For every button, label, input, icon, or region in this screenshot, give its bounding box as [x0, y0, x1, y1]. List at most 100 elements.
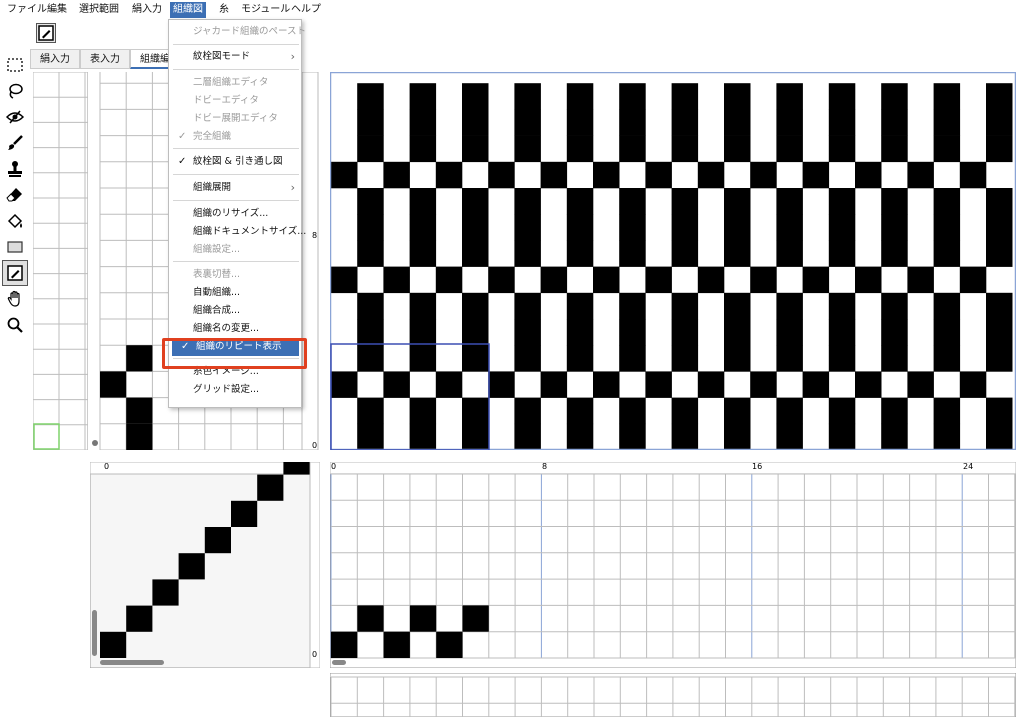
weave-cell	[828, 423, 856, 450]
weave-cell	[724, 319, 751, 346]
weave-cell	[593, 161, 620, 189]
weave-cell	[671, 423, 699, 450]
eye-icon	[6, 110, 24, 124]
weave-cell	[462, 397, 489, 425]
menu-item-label: 組織名の変更...	[193, 323, 260, 334]
weave-cell	[409, 397, 437, 425]
weave-cell	[357, 83, 384, 110]
menu-item-label: 完全組織	[193, 131, 232, 142]
weave-cell	[619, 345, 646, 372]
weave-cell	[724, 345, 751, 372]
menu-item-2: 二層組織エディタ	[169, 74, 301, 92]
weave-cell	[409, 319, 437, 346]
treadling-cell	[462, 605, 489, 632]
weave-cell	[881, 214, 908, 241]
menu-separator	[173, 44, 299, 45]
rect-select-tool[interactable]	[2, 52, 28, 78]
weave-cell	[357, 423, 384, 450]
fill-tool[interactable]	[2, 208, 28, 234]
menu-item-label: 表裏切替...	[193, 269, 241, 280]
menu-item-label: 組織ドキュメントサイズ...	[193, 226, 307, 237]
menu-item-7[interactable]: 組織展開 ›	[169, 179, 301, 197]
weave-cell	[881, 397, 908, 425]
menu-item-6[interactable]: ✓ 紋栓図 & 引き通し図	[169, 153, 301, 171]
ruler-strip	[301, 72, 319, 450]
weave-cell	[750, 161, 777, 189]
weave-cell	[828, 292, 856, 320]
menu-item-label: 組織合成...	[193, 305, 241, 316]
threading-panel[interactable]	[90, 462, 320, 668]
bottom-grid-panel[interactable]	[330, 673, 1016, 717]
weave-cell	[619, 240, 646, 267]
hand-tool[interactable]	[2, 286, 28, 312]
stamp-tool[interactable]	[2, 156, 28, 182]
toolbar-pen-button[interactable]	[36, 23, 56, 43]
weave-cell	[566, 423, 594, 450]
menu-edit[interactable]: 編集	[44, 2, 70, 18]
menu-item-label: ドビーエディタ	[193, 95, 259, 106]
eye-tool[interactable]	[2, 104, 28, 130]
weave-cell	[881, 188, 908, 215]
weave-cell	[540, 371, 568, 398]
filled-cell	[126, 397, 153, 424]
weave-cell	[986, 345, 1013, 372]
weave-cell	[776, 188, 803, 215]
weave-cell	[462, 319, 489, 346]
weave-cell	[514, 135, 541, 163]
tab-table-input[interactable]: 表入力	[80, 49, 130, 69]
brush-tool[interactable]	[2, 130, 28, 156]
weave-cell	[331, 371, 358, 398]
weave-cell	[357, 109, 384, 136]
brush-icon	[8, 135, 23, 150]
weave-cell	[619, 135, 646, 163]
weave-cell	[986, 397, 1013, 425]
menu-item-1[interactable]: 紋栓図モード ›	[169, 48, 301, 66]
menu-item-12[interactable]: 自動組織...	[169, 284, 301, 302]
weave-cell	[881, 135, 908, 163]
menu-item-14[interactable]: 組織名の変更...	[169, 320, 301, 338]
weave-cell	[855, 161, 882, 189]
ruler-label-bl-0: 0	[104, 462, 110, 471]
menu-selection[interactable]: 選択範囲	[76, 2, 122, 18]
menu-weave[interactable]: 組織図	[170, 2, 206, 18]
weave-cell	[488, 161, 515, 189]
weave-cell	[488, 371, 515, 398]
menu-module[interactable]: モジュール	[238, 2, 293, 18]
zoom-tool[interactable]	[2, 312, 28, 338]
treadling-cell	[331, 631, 358, 658]
weave-cell	[619, 319, 646, 346]
weave-cell	[776, 292, 803, 320]
weave-cell	[619, 214, 646, 241]
ruler-strip	[330, 462, 1016, 475]
weave-repeat-panel[interactable]	[330, 72, 1016, 450]
menu-item-5: ✓ 完全組織	[169, 128, 301, 146]
menu-thread[interactable]: 糸	[216, 2, 232, 18]
weave-cell	[462, 292, 489, 320]
menu-insert[interactable]: 絹入力	[129, 2, 165, 18]
menu-item-13[interactable]: 組織合成...	[169, 302, 301, 320]
weave-cell	[619, 423, 646, 450]
weave-cell	[828, 214, 856, 241]
vertical-scrollbar	[92, 610, 97, 656]
pen-tool[interactable]	[2, 260, 28, 286]
lasso-tool[interactable]	[2, 78, 28, 104]
rectangle-tool[interactable]	[2, 234, 28, 260]
menu-item-9[interactable]: 組織ドキュメントサイズ...	[169, 223, 306, 241]
weave-cell	[514, 83, 541, 110]
treadling-cell	[409, 605, 437, 632]
treadling-panel[interactable]	[330, 462, 1016, 668]
tab-silk-input[interactable]: 絹入力	[30, 49, 80, 69]
weave-cell	[514, 345, 541, 372]
fill-icon	[7, 213, 23, 229]
menu-item-8[interactable]: 組織のリサイズ...	[169, 205, 301, 223]
menu-item-17[interactable]: グリッド設定...	[169, 381, 301, 399]
weave-cell	[724, 397, 751, 425]
hand-icon	[7, 290, 20, 307]
tab-weave-edit[interactable]: 組織編	[130, 49, 170, 69]
weave-cell	[750, 371, 777, 398]
eraser-tool[interactable]	[2, 182, 28, 208]
weave-cell	[514, 397, 541, 425]
weave-cell	[514, 292, 541, 320]
left-grid-panel[interactable]	[33, 72, 88, 450]
menu-help[interactable]: ヘルプ	[288, 2, 324, 18]
